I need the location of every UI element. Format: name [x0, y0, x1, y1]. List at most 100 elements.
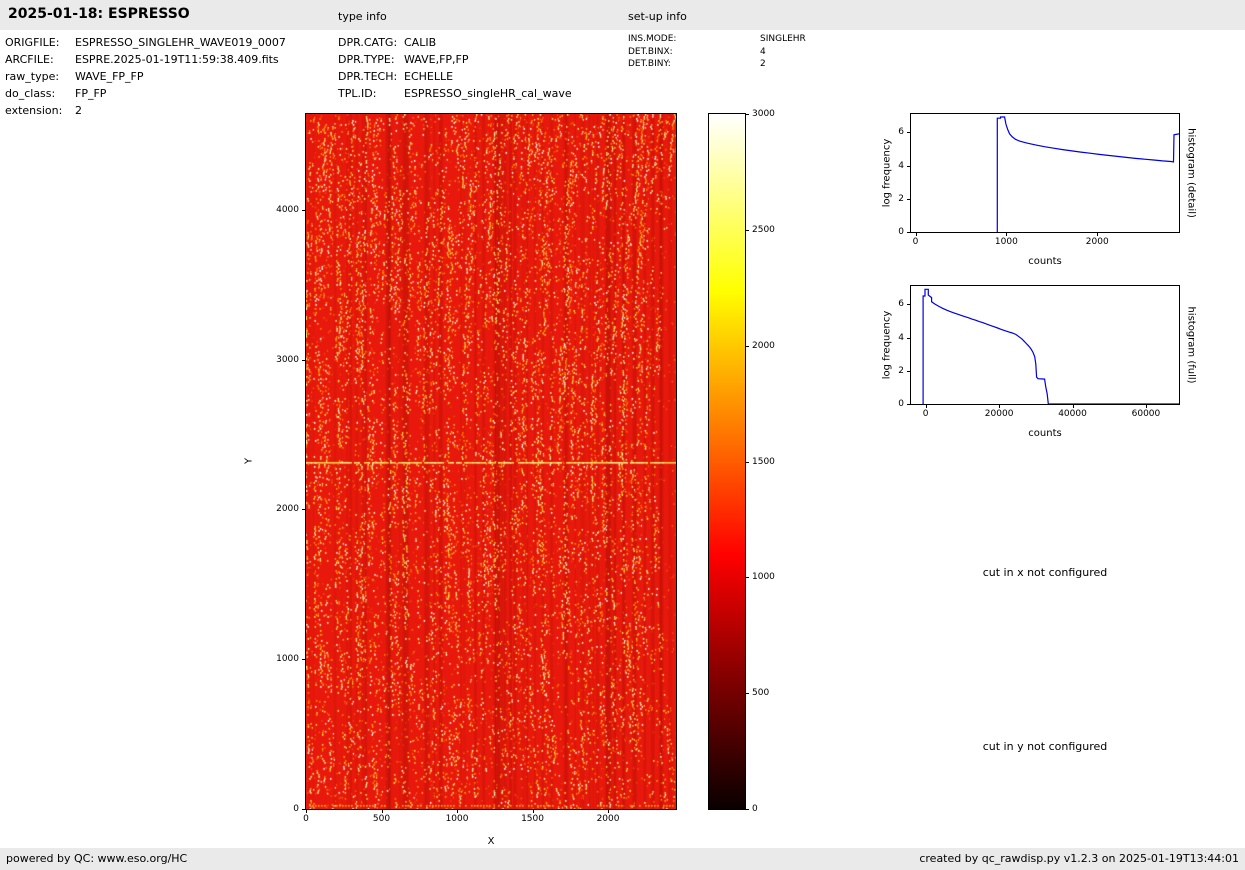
meta-value: WAVE_FP_FP: [75, 70, 144, 83]
footer-powered-by: powered by QC: www.eso.org/HC: [6, 852, 188, 865]
meta-value: ECHELLE: [404, 70, 454, 83]
y-tick: [907, 198, 911, 200]
y-tick-label: 4: [898, 160, 904, 171]
file-info-block: ORIGFILE: ESPRESSO_SINGLEHR_WAVE019_0007 A…: [5, 34, 286, 119]
raw-image-axes: 0 500 1000 1500 2000 0 1000 2000 3000 4000: [276, 113, 677, 824]
meta-value: ESPRESSO_singleHR_cal_wave: [404, 87, 572, 100]
meta-row: DET.BINX: 4: [628, 46, 806, 59]
footer-bar: powered by QC: www.eso.org/HC created by…: [0, 848, 1245, 870]
header-bar: 2025-01-18: ESPRESSO type info set-up in…: [0, 0, 1245, 30]
meta-label: INS.MODE:: [628, 34, 677, 44]
meta-label: raw_type:: [5, 70, 60, 83]
x-tick: [1072, 404, 1074, 408]
x-tick: [915, 232, 917, 236]
colorbar-tick-label: 500: [752, 688, 770, 699]
meta-value: SINGLEHR: [760, 34, 806, 44]
x-tick-label: 40000: [1058, 409, 1087, 419]
cut-in-y-message: cut in y not configured: [982, 740, 1108, 753]
meta-row: ORIGFILE: ESPRESSO_SINGLEHR_WAVE019_0007: [5, 34, 286, 51]
y-tick-label: 6: [898, 299, 904, 310]
cut-in-x-message: cut in x not configured: [982, 566, 1108, 579]
meta-row: do_class: FP_FP: [5, 85, 286, 102]
raw-detector-image: [306, 114, 676, 809]
raw-x-axis-label: X: [487, 836, 495, 847]
y-tick-label: 0: [898, 399, 904, 409]
meta-label: DPR.TECH:: [338, 70, 398, 83]
y-tick-label: 2: [898, 365, 904, 376]
colorbar-tick: [745, 345, 749, 347]
y-tick-label: 6: [898, 127, 904, 138]
page-title: 2025-01-18: ESPRESSO: [8, 6, 190, 22]
x-tick-label: 0: [303, 814, 309, 824]
histogram-detail-x-label: counts: [1028, 256, 1062, 267]
meta-value: FP_FP: [75, 87, 107, 100]
y-tick: [907, 304, 911, 306]
x-tick-label: 1000: [445, 814, 469, 824]
meta-label: ORIGFILE:: [5, 36, 60, 49]
colorbar-tick-label: 0: [752, 804, 758, 814]
qc-report-page: { "header": { "title": "2025-01-18: ESPR…: [0, 0, 1245, 870]
meta-label: do_class:: [5, 87, 56, 100]
x-tick-label: 60000: [1131, 409, 1161, 419]
y-tick: [907, 132, 911, 134]
setup-info-heading: set-up info: [628, 10, 687, 23]
y-tick-label: 2000: [276, 504, 299, 515]
y-tick: [907, 232, 911, 233]
colorbar-tick-label: 2000: [752, 340, 775, 351]
colorbar-tick-label: 3000: [752, 109, 775, 119]
y-tick: [907, 370, 911, 372]
colorbar: 0 500 1000 1500 2000 2500 3000: [708, 109, 775, 814]
x-tick: [1006, 232, 1008, 236]
y-tick-label: 0: [898, 227, 904, 237]
meta-row: raw_type: WAVE_FP_FP: [5, 68, 286, 85]
y-tick: [302, 659, 306, 661]
histogram-full-axes: 0 20000 40000 60000 0 2 4 6: [898, 285, 1180, 419]
colorbar-tick: [745, 229, 749, 231]
meta-label: TPL.ID:: [338, 87, 377, 100]
colorbar-tick-label: 1500: [752, 456, 775, 467]
meta-value: 2: [75, 104, 82, 117]
histogram-full-title: histogram (full): [1185, 306, 1197, 384]
footer-created-by: created by qc_rawdisp.py v1.2.3 on 2025-…: [919, 852, 1239, 865]
y-tick: [907, 337, 911, 339]
colorbar-tick: [745, 809, 749, 810]
meta-row: ARCFILE: ESPRE.2025-01-19T11:59:38.409.fi…: [5, 51, 286, 68]
meta-label: DET.BINX:: [628, 46, 673, 57]
y-tick-label: 4: [898, 332, 904, 343]
raw-y-axis-label: Y: [243, 457, 255, 465]
meta-row: DPR.TYPE: WAVE,FP,FP: [338, 51, 572, 68]
x-tick: [999, 404, 1001, 408]
x-tick-label: 0: [922, 409, 929, 419]
x-tick-label: 500: [372, 814, 391, 824]
meta-row: TPL.ID: ESPRESSO_singleHR_cal_wave: [338, 85, 572, 102]
histogram-detail-plot: [996, 116, 1179, 232]
meta-label: extension:: [5, 104, 63, 117]
histogram-full-plot: [922, 288, 1179, 404]
colorbar-tick: [745, 114, 749, 115]
type-info-block: DPR.CATG: CALIB DPR.TYPE: WAVE,FP,FP DPR.TEC…: [338, 34, 572, 102]
x-tick-label: 1500: [521, 814, 544, 824]
histogram-full-y-label: log frequency: [881, 310, 893, 380]
y-tick-label: 4000: [276, 204, 299, 215]
meta-label: ARCFILE:: [5, 53, 54, 66]
colorbar-tick: [745, 577, 749, 579]
y-tick: [302, 209, 306, 211]
x-tick: [457, 809, 459, 813]
histogram-line: [996, 116, 1179, 232]
x-tick: [925, 404, 927, 408]
x-tick-label: 0: [912, 237, 919, 247]
y-tick: [907, 404, 911, 405]
x-tick: [608, 809, 610, 813]
histogram-detail-title: histogram (detail): [1185, 128, 1197, 218]
y-tick-label: 2: [898, 193, 904, 204]
colorbar-tick: [745, 693, 749, 695]
y-tick: [302, 509, 306, 511]
x-tick-label: 2000: [596, 814, 620, 824]
setup-info-block: INS.MODE: SINGLEHR DET.BINX: 4 DET.BINY: 2: [628, 33, 806, 71]
x-tick: [381, 809, 383, 813]
y-tick-label: 0: [293, 804, 299, 814]
type-info-heading: type info: [338, 10, 387, 23]
x-tick: [306, 809, 307, 813]
x-tick-label: 1000: [994, 237, 1018, 247]
meta-value: WAVE,FP,FP: [404, 53, 469, 66]
